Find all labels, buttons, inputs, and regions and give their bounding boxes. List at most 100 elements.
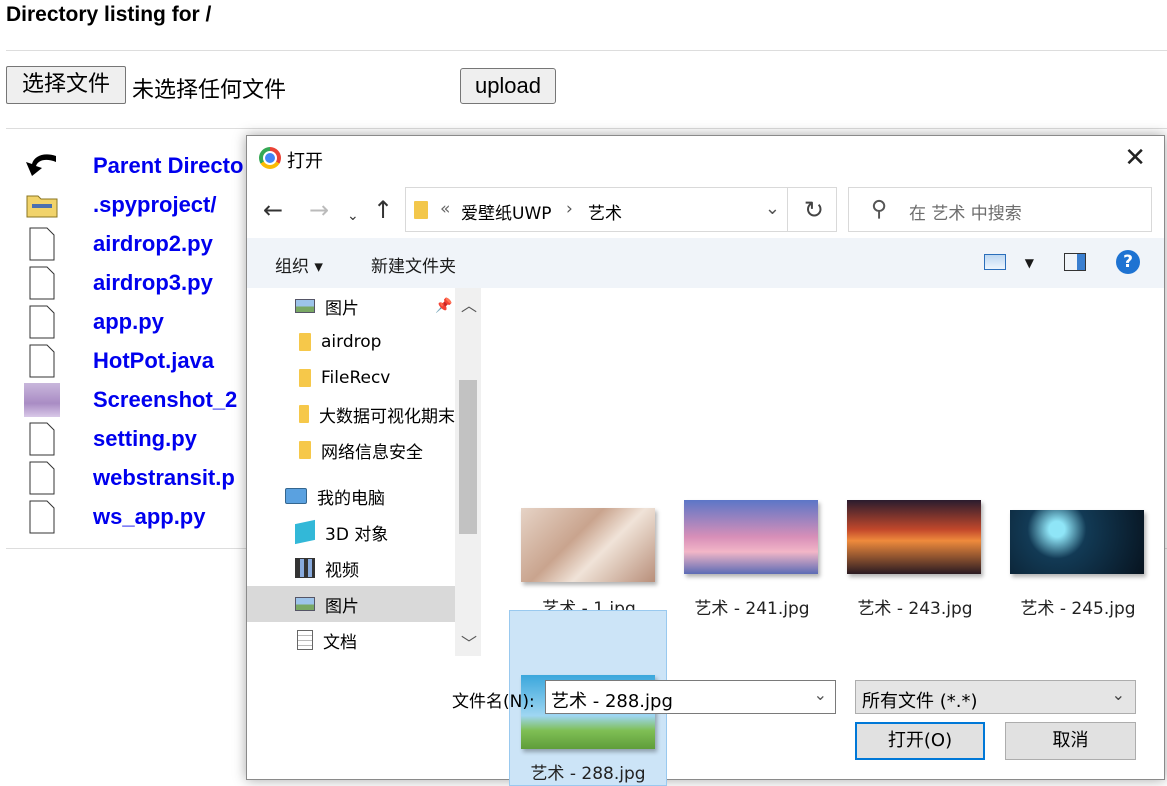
choose-file-button[interactable]: 选择文件: [6, 66, 126, 104]
thumbnail: [847, 500, 981, 574]
search-icon: ⚲: [871, 197, 888, 222]
file-view: 艺术 - 1.jpg 艺术 - 241.jpg 艺术 - 243.jpg 艺术 …: [483, 288, 1164, 786]
chevron-down-icon[interactable]: ⌄: [765, 198, 780, 219]
list-item: airdrop3.py: [20, 263, 243, 302]
open-button[interactable]: 打开(O): [855, 722, 985, 760]
folder-icon: [299, 333, 311, 351]
entry-link[interactable]: ws_app.py: [93, 504, 205, 530]
scroll-thumb[interactable]: [459, 380, 477, 534]
navigation-pane: 图片 📌 airdrop FileRecv 大数据可视化期末 网络信息安全 我的…: [247, 288, 481, 656]
folder-icon: [299, 405, 309, 423]
entry-link[interactable]: setting.py: [93, 426, 197, 452]
entry-link[interactable]: airdrop2.py: [93, 231, 213, 257]
back-arrow-icon: [20, 149, 64, 183]
file-icon: [20, 500, 64, 534]
entry-link[interactable]: webstransit.p: [93, 465, 235, 491]
file-icon: [20, 461, 64, 495]
list-item: HotPot.java: [20, 341, 243, 380]
preview-pane-icon[interactable]: [1064, 253, 1086, 271]
file-tile[interactable]: 艺术 - 245.jpg: [999, 428, 1157, 619]
file-icon: [20, 227, 64, 261]
view-options-icon[interactable]: [984, 254, 1006, 270]
search-box[interactable]: ⚲ 在 艺术 中搜索: [848, 187, 1152, 232]
cancel-button[interactable]: 取消: [1005, 722, 1136, 760]
file-tile[interactable]: 艺术 - 243.jpg: [836, 428, 994, 619]
command-bar: 组织 ▾ 新建文件夹 ▼ ?: [247, 238, 1164, 288]
tree-item[interactable]: 文档: [247, 622, 455, 656]
up-icon[interactable]: ↑: [373, 196, 393, 224]
dialog-title: 打开: [287, 151, 323, 172]
folder-icon: [299, 441, 311, 459]
thumbnail: [1010, 510, 1144, 574]
filetype-select[interactable]: 所有文件 (*.*) ⌄: [855, 680, 1136, 714]
dialog-titlebar: 打开 ✕: [247, 136, 1164, 182]
folder-icon: [414, 201, 428, 219]
upload-button[interactable]: upload: [460, 68, 556, 104]
entry-link[interactable]: HotPot.java: [93, 348, 214, 374]
tree-item[interactable]: 图片: [247, 586, 455, 622]
tree-item[interactable]: FileRecv: [247, 360, 455, 396]
image-icon: [20, 382, 64, 417]
list-item: airdrop2.py: [20, 224, 243, 263]
no-file-chosen-text: 未选择任何文件: [132, 78, 287, 103]
folder-icon: [299, 369, 311, 387]
entry-link[interactable]: .spyproject/: [93, 192, 216, 218]
file-icon: [20, 266, 64, 300]
filename-label: 文件名(N):: [452, 692, 535, 712]
entry-link[interactable]: Parent Directo: [93, 153, 243, 179]
list-item: .spyproject/: [20, 185, 243, 224]
computer-icon: [285, 488, 307, 504]
organize-menu[interactable]: 组织 ▾: [275, 252, 323, 277]
chevron-down-icon[interactable]: ▼: [1025, 256, 1034, 270]
folder-icon: [20, 188, 64, 222]
divider: [6, 128, 1167, 129]
navigation-scrollbar[interactable]: ︿ ﹀: [455, 288, 481, 656]
tree-item[interactable]: 网络信息安全: [247, 432, 455, 468]
breadcrumb-overflow[interactable]: «: [440, 199, 450, 219]
entry-link[interactable]: Screenshot_2: [93, 387, 237, 413]
chevron-down-icon: ⌄: [1111, 685, 1125, 704]
pin-icon: 📌: [435, 298, 453, 314]
list-item: app.py: [20, 302, 243, 341]
video-icon: [295, 558, 315, 578]
3d-objects-icon: [295, 519, 315, 545]
filename-input[interactable]: 艺术 - 288.jpg ⌄: [545, 680, 836, 714]
help-icon[interactable]: ?: [1116, 250, 1140, 274]
navigation-bar: ← → ⌄ ↑ « 爱壁纸UWP › 艺术 ⌄ ↻ ⚲ 在 艺术 中搜索: [247, 182, 1164, 238]
refresh-icon[interactable]: ↻: [804, 196, 824, 224]
tree-item[interactable]: 3D 对象: [247, 514, 455, 550]
list-item: webstransit.p: [20, 458, 243, 497]
tree-item[interactable]: 我的电脑: [247, 478, 455, 514]
thumbnail: [684, 500, 818, 574]
tree-item[interactable]: 图片 📌: [247, 288, 455, 324]
close-icon[interactable]: ✕: [1124, 145, 1146, 171]
address-bar[interactable]: « 爱壁纸UWP › 艺术 ⌄ ↻: [405, 187, 837, 232]
divider: [787, 188, 788, 231]
chevron-up-icon[interactable]: ︿: [461, 292, 477, 316]
thumbnail: [521, 508, 655, 582]
new-folder-button[interactable]: 新建文件夹: [371, 252, 456, 277]
file-icon: [20, 344, 64, 378]
list-item: setting.py: [20, 419, 243, 458]
tree-item[interactable]: 视频: [247, 550, 455, 586]
entry-link[interactable]: airdrop3.py: [93, 270, 213, 296]
forward-icon[interactable]: →: [309, 196, 329, 224]
breadcrumb-item[interactable]: 爱壁纸UWP: [461, 199, 552, 224]
page-title: Directory listing for /: [6, 3, 212, 26]
tree-item[interactable]: airdrop: [247, 324, 455, 360]
pictures-icon: [295, 299, 315, 313]
chrome-icon: [259, 147, 281, 169]
chevron-down-icon[interactable]: ⌄: [814, 685, 827, 704]
breadcrumb-item[interactable]: 艺术: [588, 199, 622, 224]
file-tile[interactable]: 艺术 - 1.jpg: [510, 428, 668, 619]
search-placeholder: 在 艺术 中搜索: [909, 204, 1022, 224]
divider: [6, 50, 1167, 51]
tree-item[interactable]: 大数据可视化期末: [247, 396, 455, 432]
recent-locations-icon[interactable]: ⌄: [347, 202, 359, 230]
back-icon[interactable]: ←: [263, 196, 283, 224]
file-icon: [20, 305, 64, 339]
chevron-down-icon[interactable]: ﹀: [461, 630, 477, 654]
file-tile[interactable]: 艺术 - 241.jpg: [673, 428, 831, 619]
entry-link[interactable]: app.py: [93, 309, 164, 335]
list-item: Parent Directo: [20, 146, 243, 185]
